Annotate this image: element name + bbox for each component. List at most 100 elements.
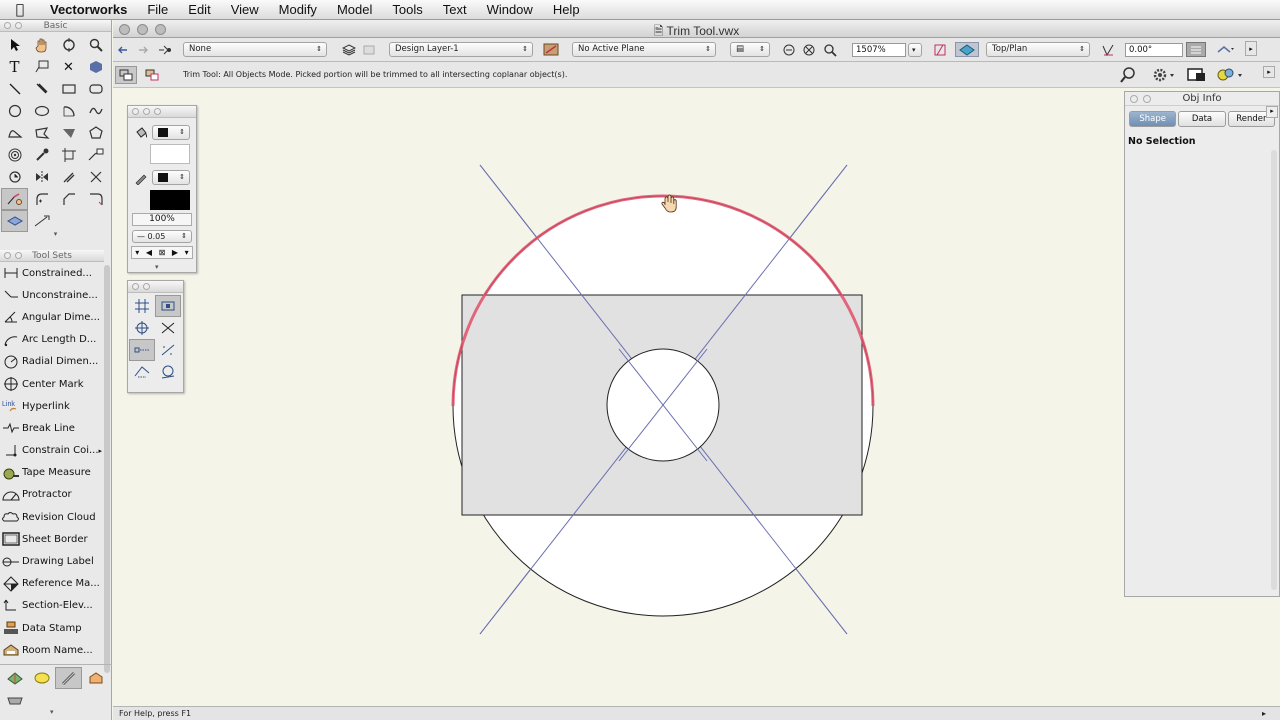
back-arrow-icon[interactable] [115, 42, 131, 57]
layer-visibility-icon[interactable] [361, 42, 377, 57]
zoom-dot-icon[interactable] [15, 22, 22, 29]
smart-points-icon[interactable] [155, 317, 181, 339]
apple-icon[interactable]:  [0, 2, 40, 18]
flyover-tool-icon[interactable] [55, 34, 82, 56]
tool-set-item[interactable]: Reference Ma... [0, 573, 104, 595]
all-objects-mode-icon[interactable] [115, 66, 137, 84]
close-dot-icon[interactable] [132, 283, 139, 290]
working-plane-icon[interactable] [543, 42, 559, 57]
mode-bar-overflow-icon[interactable]: ▸ [1263, 66, 1275, 78]
tab-shape[interactable]: Shape [1129, 111, 1177, 127]
line-weight-dropdown[interactable]: — 0.05 ⇕ [132, 230, 192, 243]
rounded-rectangle-tool-icon[interactable] [82, 78, 109, 100]
minimize-dot-icon[interactable] [154, 108, 161, 115]
class-options-icon[interactable] [157, 42, 173, 57]
close-dot-icon[interactable] [132, 108, 139, 115]
dimension-tool-icon[interactable] [28, 210, 55, 232]
tool-set-item[interactable]: Sheet Border [0, 528, 104, 550]
arrowhead-controls[interactable]: ▾ ◀ ⊠ ▶ ▾ [131, 246, 193, 259]
offset-tool-icon[interactable] [55, 166, 82, 188]
menu-help[interactable]: Help [543, 2, 590, 17]
zoom-dot-icon[interactable] [1143, 95, 1151, 103]
rotation-angle-icon[interactable] [1100, 42, 1116, 57]
tool-set-item[interactable]: Constrain Coi... ▸ [0, 440, 104, 462]
split-tool-icon[interactable] [82, 166, 109, 188]
snap-to-surface-icon[interactable] [155, 361, 181, 383]
fillet-tool-icon[interactable] [28, 188, 55, 210]
rotate-tool-icon[interactable] [1, 166, 28, 188]
close-dot-icon[interactable] [4, 252, 11, 259]
object-info-overflow-icon[interactable]: ▸ [1266, 106, 1278, 118]
menu-modify[interactable]: Modify [269, 2, 327, 17]
callout-tool-icon[interactable] [28, 56, 55, 78]
snap-to-grid-icon[interactable] [129, 295, 155, 317]
visualization-tool-icon[interactable] [1, 210, 28, 232]
menu-window[interactable]: Window [477, 2, 543, 17]
tab-data[interactable]: Data [1178, 111, 1226, 127]
projection-icon[interactable] [1214, 42, 1236, 57]
freehand-tool-icon[interactable] [82, 100, 109, 122]
zoom-dropdown-button[interactable]: ▾ [908, 43, 922, 57]
polyline-tool-icon[interactable] [1, 122, 28, 144]
building-shell-icon[interactable] [1, 667, 28, 689]
opacity-field[interactable]: 100% [132, 213, 192, 226]
menu-tools[interactable]: Tools [382, 2, 432, 17]
tool-set-item[interactable]: Section-Elev... [0, 595, 104, 617]
zoom-field[interactable]: 1507% [852, 43, 906, 57]
tool-set-item[interactable]: Protractor [0, 484, 104, 506]
tool-preferences-gear-icon[interactable] [1149, 66, 1177, 84]
workspace-palette-icon[interactable] [1216, 66, 1246, 84]
connect-combine-tool-icon[interactable] [82, 188, 109, 210]
status-arrow-icon[interactable]: ▸ [1262, 707, 1266, 720]
oval-tool-icon[interactable] [28, 100, 55, 122]
furniture-icon[interactable] [82, 667, 109, 689]
rectangle-tool-icon[interactable] [55, 78, 82, 100]
tool-set-item[interactable]: Tape Measure [0, 462, 104, 484]
smart-edge-icon[interactable] [129, 339, 155, 361]
circle-tool-icon[interactable] [1, 100, 28, 122]
menu-app-name[interactable]: Vectorworks [40, 2, 137, 17]
tool-set-item[interactable]: Arc Length D... [0, 329, 104, 351]
pan-tool-icon[interactable] [28, 34, 55, 56]
fill-preview[interactable] [150, 144, 190, 164]
tool-set-item[interactable]: Room Name... [0, 639, 104, 661]
polygon-tool-icon[interactable] [28, 122, 55, 144]
rotation-angle-field[interactable]: 0.00° [1125, 43, 1183, 57]
snap-to-object-icon[interactable] [155, 295, 181, 317]
pen-preview[interactable] [150, 190, 190, 210]
layer-options-icon[interactable] [341, 42, 357, 57]
tool-set-item[interactable]: Break Line [0, 417, 104, 439]
snap-to-angle-icon[interactable] [129, 317, 155, 339]
locus-tool-icon[interactable]: ✕ [55, 56, 82, 78]
close-dot-icon[interactable] [4, 22, 11, 29]
trim-tool-icon[interactable] [1, 188, 28, 210]
fill-style-dropdown[interactable]: ⇕ [152, 125, 190, 140]
regular-polygon-tool-icon[interactable] [82, 122, 109, 144]
selection-tool-icon[interactable] [1, 34, 28, 56]
tool-set-item[interactable]: Revision Cloud [0, 506, 104, 528]
tool-set-item[interactable]: Unconstraine... [0, 284, 104, 306]
eyedropper-tool-icon[interactable] [28, 144, 55, 166]
forward-arrow-icon[interactable] [135, 42, 151, 57]
text-tool-icon[interactable]: T [1, 56, 28, 78]
zoom-tool-icon[interactable] [82, 34, 109, 56]
mirror-tool-icon[interactable] [28, 166, 55, 188]
annotation-tools-icon[interactable] [55, 667, 82, 689]
snap-to-tangent-icon[interactable] [129, 361, 155, 383]
tool-set-item[interactable]: Data Stamp [0, 617, 104, 639]
tool-set-item[interactable]: Center Mark [0, 373, 104, 395]
menu-edit[interactable]: Edit [178, 2, 220, 17]
active-class-dropdown[interactable]: None ⇕ [183, 42, 327, 57]
current-view-dropdown[interactable]: Top/Plan ⇕ [986, 42, 1090, 57]
saved-views-dropdown[interactable]: ▤ ⇕ [730, 42, 770, 57]
snap-loupe-icon[interactable] [1118, 66, 1138, 84]
detailing-icon[interactable] [1, 689, 28, 711]
view-bar-overflow-icon[interactable]: ▸ [1245, 41, 1257, 56]
snap-to-distance-icon[interactable] [155, 339, 181, 361]
zoom-fit-icon[interactable] [781, 42, 797, 57]
double-line-tool-icon[interactable] [28, 78, 55, 100]
menu-text[interactable]: Text [433, 2, 477, 17]
clip-tool-icon[interactable] [55, 144, 82, 166]
pen-style-dropdown[interactable]: ⇕ [152, 170, 190, 185]
tool-set-item[interactable]: Angular Dime... [0, 306, 104, 328]
